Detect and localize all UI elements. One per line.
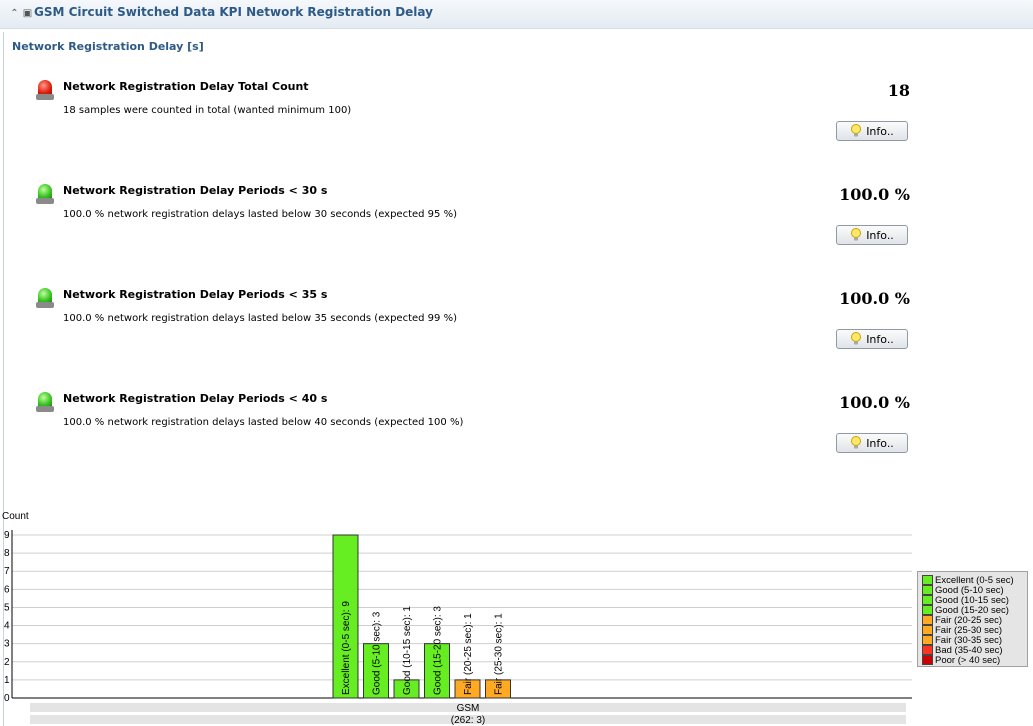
- info-button-label: Info..: [866, 228, 894, 242]
- x-sublabel: (262: 3): [451, 715, 485, 726]
- lightbulb-icon: [851, 124, 862, 137]
- bar-data-label: Good (15-20 sec): 3: [433, 606, 444, 695]
- legend-item: Fair (30-35 sec): [922, 635, 1025, 646]
- kpi-description: 100.0 % network registration delays last…: [63, 209, 457, 220]
- lightbulb-icon: [851, 228, 862, 241]
- info-button-label: Info..: [866, 332, 894, 346]
- info-button[interactable]: Info..: [836, 121, 908, 141]
- y-tick-label: 0: [4, 693, 10, 704]
- double-chevron-up-icon[interactable]: ⌃: [8, 7, 21, 20]
- bar-data-label: Excellent (0-5 sec): 9: [341, 601, 352, 695]
- panel-title: GSM Circuit Switched Data KPI Network Re…: [34, 5, 433, 19]
- legend-item: Bad (35-40 sec): [922, 645, 1025, 656]
- kpi-value: 100.0 %: [839, 185, 910, 204]
- info-button[interactable]: Info..: [836, 329, 908, 349]
- y-tick-label: 1: [4, 675, 10, 686]
- y-tick-label: 8: [4, 548, 10, 559]
- legend-swatch: [922, 595, 933, 605]
- legend-item: Good (10-15 sec): [922, 595, 1025, 606]
- legend-item: Fair (25-30 sec): [922, 625, 1025, 636]
- legend-swatch: [922, 645, 933, 655]
- bar-data-label: Fair (25-30 sec): 1: [494, 613, 505, 695]
- info-button-label: Info..: [866, 436, 894, 450]
- y-tick-label: 7: [4, 566, 10, 577]
- kpi-row-total-count: Network Registration Delay Total Count 1…: [36, 80, 916, 170]
- kpi-title: Network Registration Delay Periods < 35 …: [63, 288, 328, 301]
- panel-header: ⌃ ▣ GSM Circuit Switched Data KPI Networ…: [0, 0, 1033, 29]
- legend-swatch: [922, 575, 933, 585]
- bar-chart: Count 0 1 2 3 4 5 6 7 8 9 GSM(262: 3) Excellent (0-5…: [2, 511, 912, 726]
- kpi-title: Network Registration Delay Periods < 30 …: [63, 184, 328, 197]
- kpi-description: 100.0 % network registration delays last…: [63, 313, 457, 324]
- kpi-value: 100.0 %: [839, 393, 910, 412]
- legend-swatch: [922, 635, 933, 645]
- legend-swatch: [922, 585, 933, 595]
- legend-item: Good (5-10 sec): [922, 585, 1025, 596]
- green-status-light-icon: [36, 288, 54, 308]
- restore-window-icon[interactable]: ▣: [21, 7, 34, 20]
- y-tick-label: 3: [4, 639, 10, 650]
- green-status-light-icon: [36, 184, 54, 204]
- legend-item: Poor (> 40 sec): [922, 654, 1025, 666]
- registration-delay-chart: Count 0 1 2 3 4 5 6 7 8 9 GSM (262: 3) Excellent (0-5…: [0, 505, 1033, 726]
- lightbulb-icon: [851, 332, 862, 345]
- y-tick-label: 2: [4, 657, 10, 668]
- legend-swatch: [922, 655, 933, 665]
- kpi-row-periods-35s: Network Registration Delay Periods < 35 …: [36, 288, 916, 378]
- lightbulb-icon: [851, 436, 862, 449]
- info-button[interactable]: Info..: [836, 225, 908, 245]
- legend-item: Good (15-20 sec): [922, 605, 1025, 616]
- x-category-label: GSM: [457, 703, 480, 714]
- kpi-value: 100.0 %: [839, 289, 910, 308]
- y-axis-label: Count: [2, 511, 29, 522]
- y-tick-label: 6: [4, 584, 10, 595]
- info-button-label: Info..: [866, 124, 894, 138]
- legend-item: Fair (20-25 sec): [922, 615, 1025, 626]
- legend-label: Poor (> 40 sec): [935, 654, 1001, 666]
- chart-legend: Excellent (0-5 sec) Good (5-10 sec) Good (…: [917, 571, 1028, 667]
- kpi-value: 18: [887, 81, 910, 100]
- legend-swatch: [922, 625, 933, 635]
- y-tick-label: 4: [4, 621, 10, 632]
- bar-data-label: Fair (20-25 sec): 1: [463, 613, 474, 695]
- section-title: Network Registration Delay [s]: [12, 40, 204, 53]
- legend-swatch: [922, 615, 933, 625]
- bar-data-label: Good (5-10 sec): 3: [372, 611, 383, 695]
- red-status-light-icon: [36, 80, 54, 100]
- kpi-row-periods-30s: Network Registration Delay Periods < 30 …: [36, 184, 916, 274]
- info-button[interactable]: Info..: [836, 433, 908, 453]
- kpi-description: 100.0 % network registration delays last…: [63, 417, 464, 428]
- y-tick-label: 5: [4, 602, 10, 613]
- y-tick-label: 9: [4, 530, 10, 541]
- kpi-title: Network Registration Delay Periods < 40 …: [63, 392, 328, 405]
- bar-data-label: Good (10-15 sec): 1: [402, 606, 413, 695]
- kpi-title: Network Registration Delay Total Count: [63, 80, 309, 93]
- kpi-description: 18 samples were counted in total (wanted…: [63, 105, 352, 116]
- green-status-light-icon: [36, 392, 54, 412]
- legend-swatch: [922, 605, 933, 615]
- kpi-row-periods-40s: Network Registration Delay Periods < 40 …: [36, 392, 916, 482]
- legend-item: Excellent (0-5 sec): [922, 575, 1025, 586]
